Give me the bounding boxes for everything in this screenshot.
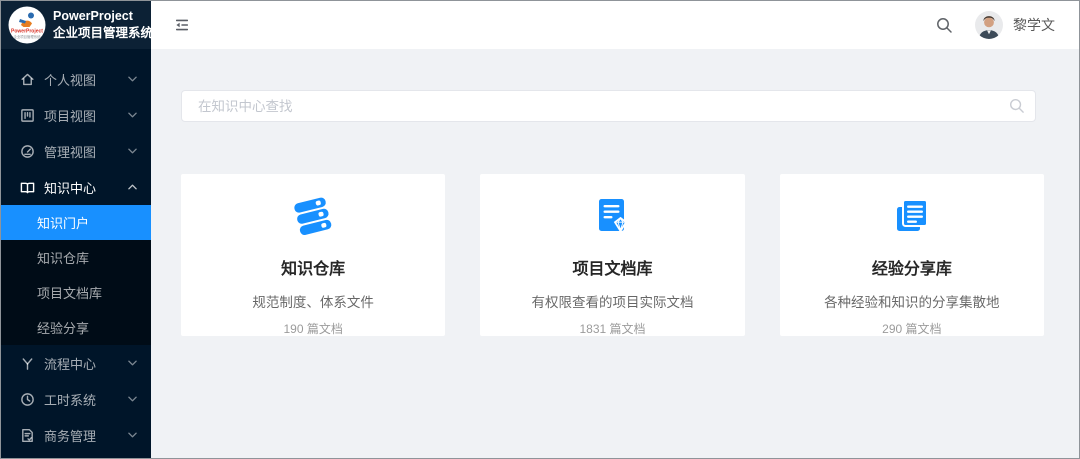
sidebar-item-knowledge-center[interactable]: 知识中心 (1, 169, 151, 205)
chevron-down-icon (128, 148, 137, 154)
sidebar-item-process-center[interactable]: 流程中心 (1, 345, 151, 381)
sidebar-item-management-view[interactable]: 管理视图 (1, 133, 151, 169)
knowledge-search (181, 90, 1036, 122)
card-knowledge-repository[interactable]: 知识仓库 规范制度、体系文件 190 篇文档 (181, 174, 446, 336)
sidebar-item-business-management[interactable]: 商务管理 (1, 417, 151, 453)
sidebar-item-timesheet-system[interactable]: 工时系统 (1, 381, 151, 417)
app-title: PowerProject 企业项目管理系统 (53, 9, 154, 40)
avatar[interactable] (975, 11, 1003, 39)
card-title: 知识仓库 (281, 261, 346, 278)
card-icon-wrap (480, 196, 744, 238)
doc-gem-icon (599, 199, 628, 233)
user-name[interactable]: 黎学文 (1013, 15, 1055, 35)
books-icon (294, 197, 332, 235)
sidebar-subitem-project-documents[interactable]: 项目文档库 (1, 275, 151, 310)
audit-icon (22, 428, 33, 442)
sidebar-subitem-knowledge-repository[interactable]: 知识仓库 (1, 240, 151, 275)
sidebar-item-label: 管理视图 (44, 144, 97, 160)
card-doc-count: 1831 篇文档 (579, 322, 646, 336)
sidebar-item-label: 项目视图 (44, 108, 97, 124)
sidebar-item-project-view[interactable]: 项目视图 (1, 97, 151, 133)
sidebar-subitem-label: 知识门户 (37, 216, 90, 231)
chevron-up-icon (128, 184, 137, 190)
newspaper-icon (896, 199, 928, 231)
card-project-document-library[interactable]: 项目文档库 有权限查看的项目实际文档 1831 篇文档 (480, 174, 745, 336)
sidebar-menu: 个人视图 项目视图 管理视图 知识中心 知识门户 知识仓库 项目文档库 经验分享… (1, 49, 151, 453)
project-icon (21, 108, 34, 122)
svg-text:PowerProject: PowerProject (11, 29, 43, 35)
top-bar-right: 黎学文 (936, 11, 1055, 39)
clock-icon (21, 392, 34, 406)
user-photo (975, 11, 1003, 39)
sidebar-item-label: 个人视图 (44, 72, 97, 88)
sidebar-subitem-knowledge-portal[interactable]: 知识门户 (1, 205, 151, 240)
home-icon (21, 73, 34, 85)
powerproject-logo-icon: PowerProject 企业项目管理系统 (8, 6, 46, 44)
branch-icon (22, 357, 33, 370)
sidebar-item-label: 工时系统 (44, 392, 97, 408)
chevron-down-icon (128, 432, 137, 438)
card-description: 有权限查看的项目实际文档 (531, 295, 694, 310)
chevron-down-icon (128, 360, 137, 366)
sidebar-item-label: 流程中心 (44, 356, 97, 372)
card-doc-count: 190 篇文档 (283, 322, 343, 336)
knowledge-cards: 知识仓库 规范制度、体系文件 190 篇文档 项目文档库 有权限查看的项目实际文… (181, 174, 1044, 336)
card-icon-wrap (181, 196, 445, 238)
menu-fold-icon[interactable] (173, 17, 191, 33)
search-icon[interactable] (1009, 98, 1025, 114)
sidebar-item-label: 知识中心 (44, 180, 97, 196)
card-title: 项目文档库 (572, 261, 653, 278)
sidebar-item-personal-view[interactable]: 个人视图 (1, 61, 151, 97)
search-icon[interactable] (936, 17, 953, 34)
sidebar-subitem-label: 知识仓库 (37, 251, 90, 266)
chevron-down-icon (128, 112, 137, 118)
sidebar-subitem-experience-sharing[interactable]: 经验分享 (1, 310, 151, 345)
sidebar-subitem-label: 经验分享 (37, 321, 90, 336)
chevron-down-icon (128, 396, 137, 402)
sidebar-subitem-label: 项目文档库 (37, 286, 103, 301)
dashboard-icon (21, 144, 34, 158)
sidebar-item-label: 商务管理 (44, 428, 97, 444)
card-description: 各种经验和知识的分享集散地 (824, 295, 1000, 310)
sidebar: PowerProject 企业项目管理系统 PowerProject 企业项目管… (1, 1, 154, 458)
app-window: PowerProject 企业项目管理系统 PowerProject 企业项目管… (0, 0, 1080, 459)
chevron-down-icon (128, 76, 137, 82)
app-logo-area[interactable]: PowerProject 企业项目管理系统 PowerProject 企业项目管… (1, 1, 154, 49)
card-icon-wrap (780, 196, 1044, 238)
top-bar: 黎学文 (151, 1, 1079, 49)
card-title: 经验分享库 (871, 261, 952, 278)
svg-text:企业项目管理系统: 企业项目管理系统 (13, 34, 41, 39)
knowledge-search-input[interactable] (181, 90, 1036, 122)
knowledge-center-submenu: 知识门户 知识仓库 项目文档库 经验分享 (1, 205, 151, 345)
card-experience-sharing-library[interactable]: 经验分享库 各种经验和知识的分享集散地 290 篇文档 (779, 174, 1044, 336)
main-content: 知识仓库 规范制度、体系文件 190 篇文档 (151, 49, 1079, 458)
read-icon (20, 182, 35, 193)
card-doc-count: 290 篇文档 (882, 322, 942, 336)
card-description: 规范制度、体系文件 (252, 295, 374, 310)
